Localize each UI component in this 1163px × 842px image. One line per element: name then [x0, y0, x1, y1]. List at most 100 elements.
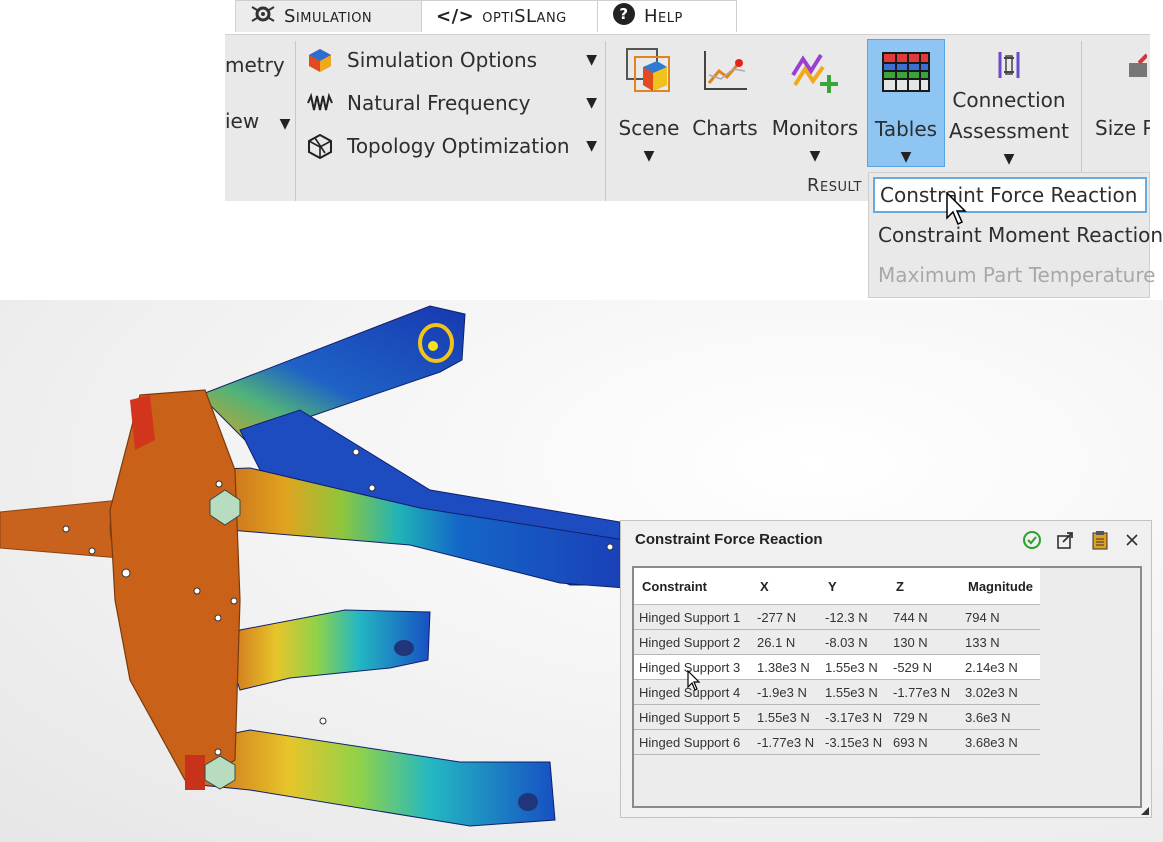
cell-y: -3.17e3 N: [820, 704, 888, 730]
connection-label-line1: Connection: [952, 88, 1066, 112]
cell-z: 729 N: [888, 704, 960, 730]
column-header-z[interactable]: Z: [888, 568, 960, 605]
geometry-button-partial[interactable]: metry: [225, 53, 285, 77]
tab-label: Help: [644, 6, 683, 27]
cell-y: -12.3 N: [820, 604, 888, 630]
cell-y: 1.55e3 N: [820, 654, 888, 680]
export-icon[interactable]: [1055, 529, 1077, 551]
check-circle-icon[interactable]: [1021, 529, 1043, 551]
svg-text:?: ?: [619, 5, 628, 23]
ribbon-divider: [295, 41, 296, 201]
tab-label: optiSLang: [482, 6, 567, 27]
cell-z: 130 N: [888, 629, 960, 655]
cell-x: 1.38e3 N: [752, 654, 820, 680]
natural-frequency-button[interactable]: Natural Frequency ▼: [307, 86, 597, 120]
table-row[interactable]: Hinged Support 2 26.1 N -8.03 N 130 N 13…: [634, 629, 1040, 655]
table-row[interactable]: Hinged Support 6 -1.77e3 N -3.15e3 N 693…: [634, 729, 1040, 755]
monitors-icon: [789, 45, 841, 97]
view-label: iew: [225, 109, 260, 133]
mouse-cursor-icon: [687, 670, 701, 691]
menu-label: Simulation Options: [347, 48, 538, 72]
scene-button[interactable]: Scene ▼: [617, 39, 681, 167]
tables-button[interactable]: Tables ▼: [867, 39, 945, 167]
menu-item-constraint-moment-reaction[interactable]: Constraint Moment Reaction: [873, 217, 1163, 253]
code-brackets-icon: </>: [436, 6, 475, 27]
cell-x: 26.1 N: [752, 629, 820, 655]
tab-help[interactable]: ? Help: [597, 0, 737, 32]
table-row[interactable]: Hinged Support 5 1.55e3 N -3.17e3 N 729 …: [634, 704, 1040, 730]
column-header-x[interactable]: X: [752, 568, 820, 605]
clipboard-icon[interactable]: [1089, 529, 1111, 551]
cell-z: 693 N: [888, 729, 960, 755]
chevron-down-icon[interactable]: ▼: [586, 138, 597, 154]
resize-grip-icon[interactable]: [1141, 807, 1149, 815]
tab-label: Simulation: [284, 6, 373, 27]
connection-label-line2: Assessment: [949, 119, 1069, 143]
size-button-partial[interactable]: Size P: [1095, 39, 1150, 167]
size-icon: [1095, 45, 1147, 97]
cell-magnitude: 3.6e3 N: [960, 704, 1040, 730]
simulation-gear-icon: [250, 3, 276, 30]
simulation-options-icon: [307, 47, 333, 73]
cell-magnitude: 3.02e3 N: [960, 679, 1040, 705]
button-label: Size P: [1095, 116, 1150, 140]
connection-icon: [983, 45, 1035, 85]
tab-simulation[interactable]: Simulation: [235, 0, 425, 32]
ribbon-tab-bar: Simulation </> optiSLang ? Help: [225, 0, 1150, 34]
button-label: Connection Assessment: [949, 85, 1069, 147]
cell-magnitude: 3.68e3 N: [960, 729, 1040, 755]
column-header-y[interactable]: Y: [820, 568, 888, 605]
charts-button[interactable]: Charts: [692, 39, 758, 167]
chevron-down-icon: ▼: [643, 148, 655, 164]
topology-optimization-icon: [307, 133, 333, 159]
line-chart-icon: [699, 45, 751, 97]
cell-y: 1.55e3 N: [820, 679, 888, 705]
scene-icon: [623, 45, 675, 97]
topology-optimization-button[interactable]: Topology Optimization ▼: [307, 129, 597, 163]
constraint-force-reaction-panel: Constraint Force Reaction Constraint X Y…: [620, 520, 1152, 818]
cell-constraint: Hinged Support 1: [634, 604, 752, 630]
cell-constraint: Hinged Support 2: [634, 629, 752, 655]
menu-item-constraint-force-reaction[interactable]: Constraint Force Reaction: [873, 177, 1147, 213]
cell-magnitude: 2.14e3 N: [960, 654, 1040, 680]
button-label: Tables: [874, 117, 938, 141]
panel-title: Constraint Force Reaction: [635, 531, 823, 548]
simulation-options-button[interactable]: Simulation Options ▼: [307, 43, 597, 77]
cell-constraint: Hinged Support 6: [634, 729, 752, 755]
menu-item-maximum-part-temperature: Maximum Part Temperature: [878, 263, 1156, 287]
connection-assessment-button[interactable]: Connection Assessment ▼: [949, 39, 1069, 167]
chevron-down-icon[interactable]: ▼: [586, 95, 597, 111]
chevron-down-icon[interactable]: ▼: [586, 52, 597, 68]
table-icon: [880, 46, 932, 98]
tables-dropdown-menu: Constraint Force Reaction Constraint Mom…: [868, 172, 1163, 298]
cell-y: -3.15e3 N: [820, 729, 888, 755]
chevron-down-icon: ▼: [900, 149, 912, 165]
cell-z: 744 N: [888, 604, 960, 630]
table-row[interactable]: Hinged Support 1 -277 N -12.3 N 744 N 79…: [634, 604, 1040, 630]
cell-x: -277 N: [752, 604, 820, 630]
view-button-partial[interactable]: iew ▼: [225, 109, 290, 133]
close-icon[interactable]: [1121, 529, 1143, 551]
monitors-button[interactable]: Monitors ▼: [771, 39, 859, 167]
cell-z: -1.77e3 N: [888, 679, 960, 705]
cell-constraint: Hinged Support 5: [634, 704, 752, 730]
cell-magnitude: 133 N: [960, 629, 1040, 655]
cell-x: -1.9e3 N: [752, 679, 820, 705]
column-header-constraint[interactable]: Constraint: [634, 568, 752, 605]
results-table: Constraint X Y Z Magnitude Hinged Suppor…: [634, 568, 1040, 755]
ribbon-divider: [605, 41, 606, 201]
cell-x: -1.77e3 N: [752, 729, 820, 755]
tab-optislang[interactable]: </> optiSLang: [421, 0, 601, 32]
menu-label: Topology Optimization: [347, 134, 570, 158]
results-group-label: Result: [807, 175, 862, 196]
cell-x: 1.55e3 N: [752, 704, 820, 730]
cell-z: -529 N: [888, 654, 960, 680]
chevron-down-icon: ▼: [809, 148, 821, 164]
menu-label: Natural Frequency: [347, 91, 531, 115]
results-table-frame: Constraint X Y Z Magnitude Hinged Suppor…: [632, 566, 1142, 808]
natural-frequency-icon: [307, 90, 333, 116]
button-label: Monitors: [771, 116, 859, 140]
column-header-magnitude[interactable]: Magnitude: [960, 568, 1040, 605]
mouse-cursor-icon: [946, 192, 967, 226]
help-circle-icon: ?: [612, 2, 636, 31]
